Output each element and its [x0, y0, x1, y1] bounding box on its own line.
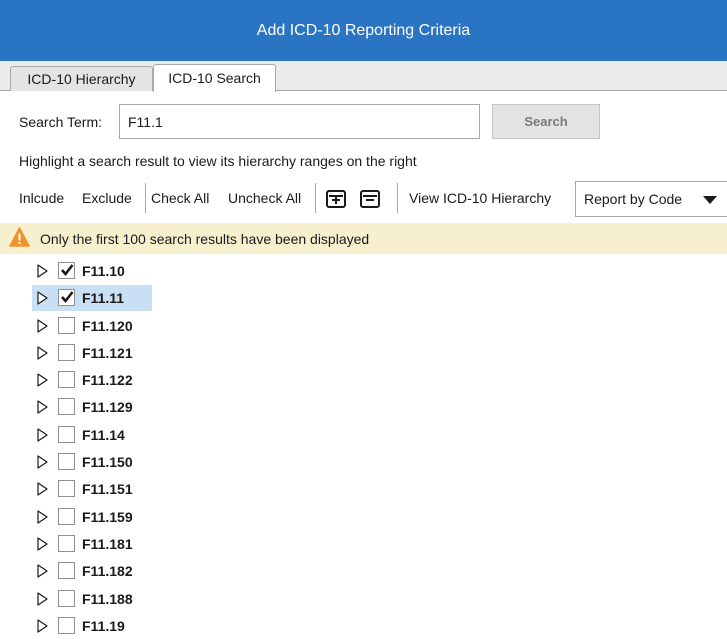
result-code: F11.151	[82, 481, 133, 498]
result-code: F11.159	[82, 508, 133, 525]
expand-arrow-icon[interactable]	[37, 291, 48, 305]
notice-text: Only the first 100 search results have b…	[40, 231, 370, 247]
result-checkbox[interactable]	[58, 262, 75, 279]
checkmark-icon	[61, 291, 74, 304]
result-code: F11.121	[82, 344, 133, 361]
toolbar-divider	[145, 183, 146, 213]
result-checkbox[interactable]	[58, 562, 75, 580]
tab-icd10-hierarchy[interactable]: ICD-10 Hierarchy	[10, 66, 153, 91]
result-row[interactable]: F11.182	[0, 557, 727, 584]
warning-icon	[9, 227, 30, 247]
hint-text: Highlight a search result to view its hi…	[19, 153, 417, 169]
expand-arrow-icon[interactable]	[37, 455, 48, 469]
expand-arrow-icon[interactable]	[37, 346, 48, 360]
result-checkbox[interactable]	[58, 534, 75, 552]
expand-arrow-icon[interactable]	[37, 373, 48, 387]
dialog-title-bar: Add ICD-10 Reporting Criteria	[0, 0, 727, 61]
result-checkbox[interactable]	[58, 453, 75, 471]
expand-arrow-icon[interactable]	[37, 318, 48, 333]
check-all-button[interactable]: Check All	[151, 190, 209, 206]
dialog-title: Add ICD-10 Reporting Criteria	[256, 21, 471, 39]
expand-arrow-icon[interactable]	[37, 564, 48, 578]
result-code: F11.129	[82, 399, 133, 416]
result-code: F11.150	[82, 454, 133, 471]
result-row[interactable]: F11.10	[0, 257, 727, 284]
result-row[interactable]: F11.151	[0, 475, 727, 502]
expand-arrow-icon[interactable]	[37, 510, 48, 524]
result-code: F11.188	[82, 590, 133, 607]
result-checkbox[interactable]	[58, 589, 75, 607]
expand-arrow-icon[interactable]	[37, 619, 48, 633]
result-row[interactable]: F11.188	[0, 585, 727, 612]
expand-arrow-icon[interactable]	[37, 591, 48, 606]
report-by-value: Report by Code	[584, 191, 683, 207]
expand-all-icon[interactable]	[326, 190, 346, 208]
expand-arrow-icon[interactable]	[37, 482, 48, 496]
view-hierarchy-button[interactable]: View ICD-10 Hierarchy	[409, 190, 551, 206]
exclude-button[interactable]: Exclude	[82, 190, 132, 206]
search-term-input[interactable]	[119, 104, 480, 139]
result-code: F11.11	[82, 290, 125, 307]
uncheck-all-button[interactable]: Uncheck All	[228, 190, 301, 206]
result-code: F11.120	[82, 317, 133, 334]
result-row[interactable]: F11.14	[0, 421, 727, 448]
result-checkbox[interactable]	[58, 371, 75, 389]
search-term-label: Search Term:	[19, 114, 102, 130]
result-checkbox[interactable]	[58, 425, 75, 443]
result-code: F11.181	[82, 535, 133, 552]
result-row[interactable]: F11.121	[0, 339, 727, 366]
result-checkbox[interactable]	[58, 289, 75, 307]
result-code: F11.19	[82, 617, 125, 634]
include-button[interactable]: Inlcude	[19, 190, 64, 206]
result-checkbox[interactable]	[58, 616, 75, 634]
expand-arrow-icon[interactable]	[37, 264, 48, 278]
results-limit-notice: Only the first 100 search results have b…	[0, 223, 727, 254]
search-button[interactable]: Search	[492, 104, 600, 139]
tab-icd10-search[interactable]: ICD-10 Search	[153, 64, 276, 92]
result-checkbox[interactable]	[58, 398, 75, 416]
result-row[interactable]: F11.122	[0, 366, 727, 393]
search-results-tree: F11.10 F11.11 F11.120 F11.121 F11.122 F1…	[0, 257, 727, 639]
expand-arrow-icon[interactable]	[37, 537, 48, 551]
expand-arrow-icon[interactable]	[37, 400, 48, 415]
collapse-all-icon[interactable]	[360, 190, 380, 208]
expand-arrow-icon[interactable]	[37, 428, 48, 442]
toolbar-divider	[315, 183, 316, 213]
toolbar-divider	[397, 183, 398, 213]
tab-strip: ICD-10 Hierarchy ICD-10 Search	[0, 61, 727, 92]
result-row[interactable]: F11.159	[0, 503, 727, 530]
results-toolbar: Inlcude Exclude Check All Uncheck All Vi…	[0, 181, 727, 217]
result-row[interactable]: F11.150	[0, 448, 727, 475]
result-checkbox[interactable]	[58, 507, 75, 525]
result-code: F11.182	[82, 563, 133, 580]
result-code: F11.14	[82, 426, 125, 443]
result-code: F11.122	[82, 372, 133, 389]
result-row[interactable]: F11.181	[0, 530, 727, 557]
result-row[interactable]: F11.120	[0, 312, 727, 339]
report-by-select[interactable]: Report by Code	[575, 181, 727, 217]
result-code: F11.10	[82, 263, 125, 279]
checkmark-icon	[61, 264, 74, 277]
result-checkbox[interactable]	[58, 316, 75, 334]
result-checkbox[interactable]	[58, 480, 75, 498]
chevron-down-icon	[703, 196, 717, 204]
search-row: Search Term: Search	[0, 104, 727, 140]
result-checkbox[interactable]	[58, 343, 75, 361]
result-row[interactable]: F11.129	[0, 393, 727, 420]
result-row[interactable]: F11.11	[0, 284, 727, 312]
